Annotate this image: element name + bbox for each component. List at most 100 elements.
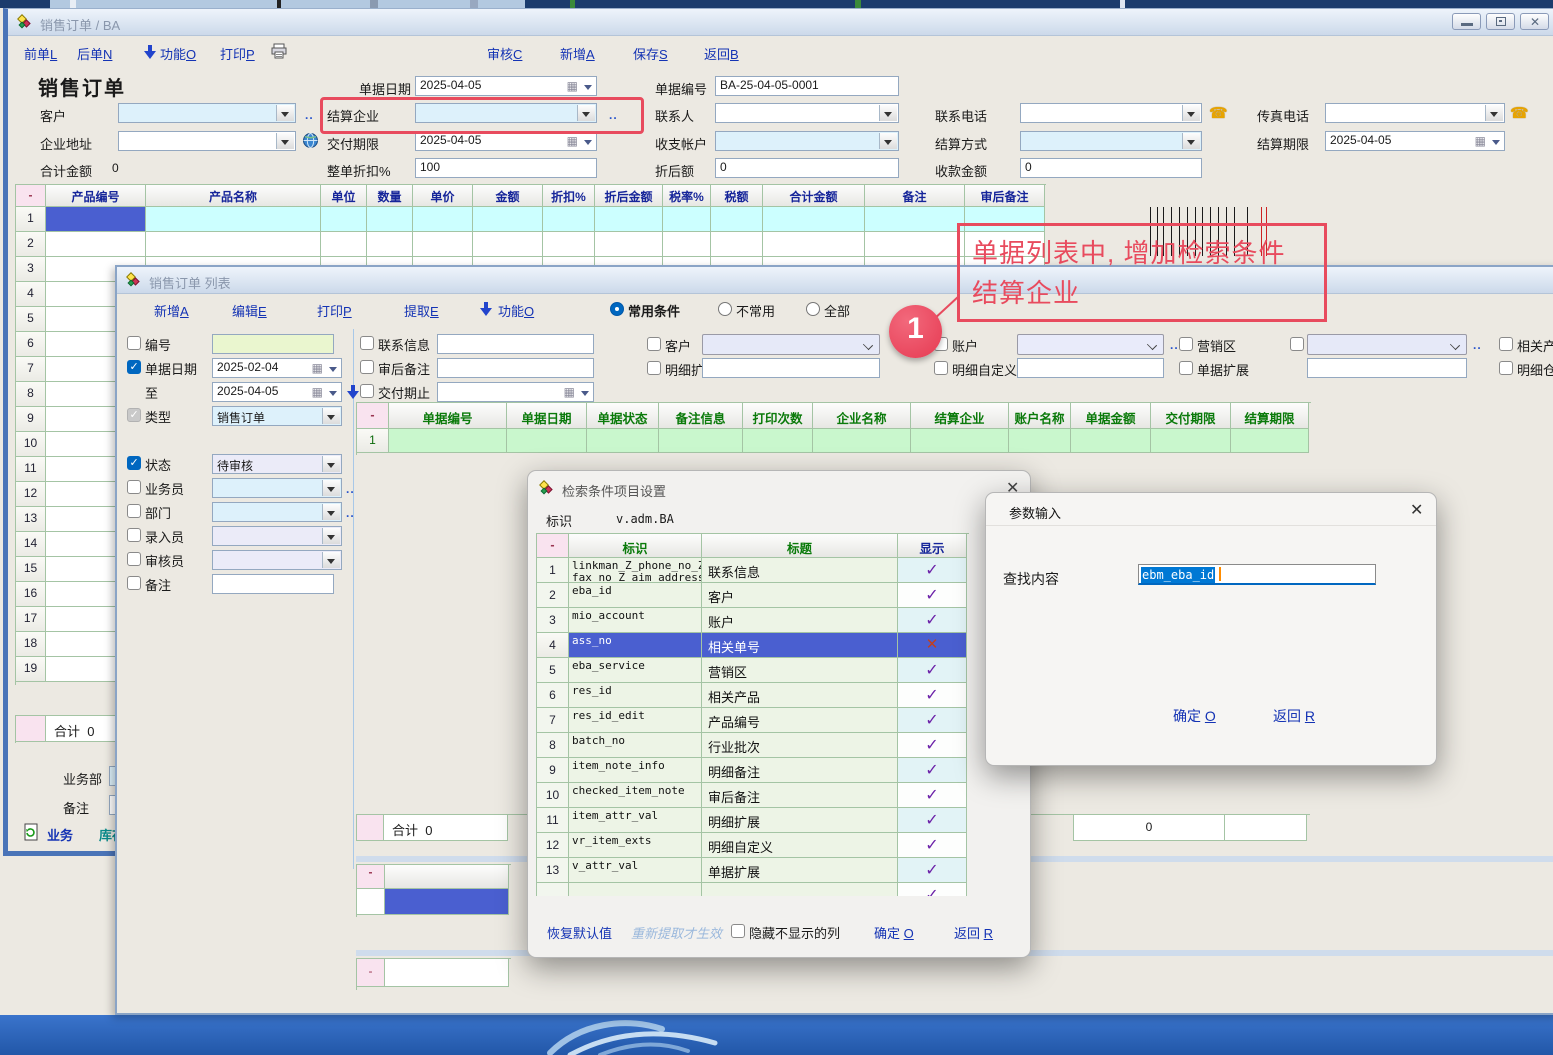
list-cell[interactable] — [743, 429, 813, 453]
chevron-down-icon[interactable] — [1182, 133, 1200, 149]
fax-phone-combo[interactable] — [1325, 103, 1505, 123]
filter-combo[interactable] — [212, 526, 342, 546]
settings-title-cell[interactable]: 客户 — [702, 583, 898, 608]
filter-checkbox-2[interactable] — [127, 360, 141, 374]
items-cell[interactable] — [543, 232, 595, 257]
chevron-down-icon[interactable] — [581, 391, 589, 400]
filter-combo[interactable] — [212, 550, 342, 570]
customer-combo[interactable] — [118, 103, 296, 123]
account-filter-combo[interactable] — [1017, 334, 1164, 355]
detail-ext-filter-input[interactable] — [702, 358, 880, 378]
items-cell[interactable] — [711, 207, 763, 232]
detail-custom-filter-checkbox[interactable] — [934, 361, 948, 375]
settings-id-cell[interactable]: res_id_edit — [569, 708, 702, 733]
list-cell[interactable] — [911, 429, 1009, 453]
settings-id-cell[interactable]: v_attr_val — [569, 858, 702, 883]
settings-id-cell[interactable]: item_attr_val — [569, 808, 702, 833]
param-ok-button[interactable]: 确定 O — [1173, 706, 1216, 726]
settings-id-cell[interactable]: checked_item_note — [569, 783, 702, 808]
detail-warehouse-filter-checkbox[interactable] — [1499, 361, 1513, 375]
settings-id-cell[interactable]: res_id — [569, 683, 702, 708]
chevron-down-icon[interactable] — [1485, 105, 1503, 121]
settings-title-cell[interactable]: 明细备注 — [702, 758, 898, 783]
discounted-amount-input[interactable]: 0 — [715, 158, 899, 178]
settings-title-cell[interactable]: 单据扩展 — [702, 858, 898, 883]
items-cell[interactable] — [543, 207, 595, 232]
settings-id-cell[interactable] — [569, 883, 702, 896]
settings-title-cell[interactable]: 账户 — [702, 608, 898, 633]
company-address-combo[interactable] — [118, 131, 296, 151]
chevron-down-icon[interactable] — [1182, 105, 1200, 121]
related-product-filter-checkbox[interactable] — [1499, 337, 1513, 351]
close-icon[interactable]: ✕ — [1410, 500, 1423, 520]
items-cell[interactable] — [865, 207, 965, 232]
settings-id-cell[interactable]: vr_item_exts — [569, 833, 702, 858]
filter-date-input[interactable]: ▦ — [437, 382, 594, 402]
settings-show-cell[interactable]: ✓ — [898, 783, 967, 808]
mini-grid-rownum[interactable] — [357, 889, 385, 915]
settings-show-cell[interactable]: ✓ — [898, 683, 967, 708]
settings-id-cell[interactable]: item_note_info — [569, 758, 702, 783]
filter-input[interactable] — [437, 334, 594, 354]
settings-id-cell[interactable]: eba_id — [569, 583, 702, 608]
settings-id-cell[interactable]: linkman_Z_phone_no_Z_fax_no_Z_aim_addres… — [569, 558, 702, 583]
doc-no-input[interactable]: BA-25-04-05-0001 — [715, 76, 899, 96]
settings-title-cell[interactable]: 联系信息 — [702, 558, 898, 583]
filter-checkbox-9[interactable] — [127, 552, 141, 566]
settings-title-cell[interactable]: 行业批次 — [702, 733, 898, 758]
radio-all[interactable] — [806, 302, 820, 316]
settings-show-cell[interactable]: ✓ — [898, 658, 967, 683]
filter-checkbox[interactable] — [360, 360, 374, 374]
detail-ext-filter-checkbox[interactable] — [647, 361, 661, 375]
account-more-button[interactable]: .. — [1170, 338, 1179, 352]
list-cell[interactable] — [659, 429, 743, 453]
param-back-button[interactable]: 返回 R — [1273, 706, 1315, 726]
items-cell[interactable] — [321, 232, 367, 257]
items-cell[interactable] — [146, 232, 321, 257]
chevron-down-icon[interactable] — [322, 504, 340, 520]
list-cell[interactable] — [587, 429, 659, 453]
globe-icon[interactable] — [302, 132, 319, 149]
phone-icon[interactable]: ☎ — [1209, 104, 1228, 122]
contact-phone-combo[interactable] — [1020, 103, 1202, 123]
refresh-doc-icon[interactable] — [23, 823, 39, 841]
items-cell[interactable] — [367, 232, 413, 257]
chevron-down-icon[interactable] — [584, 85, 592, 94]
list-cell[interactable] — [1071, 429, 1151, 453]
settings-show-cell[interactable]: ✓ — [898, 608, 967, 633]
chevron-down-icon[interactable] — [322, 456, 340, 472]
items-cell[interactable] — [46, 207, 146, 232]
list-cell[interactable] — [389, 429, 507, 453]
tab-business[interactable]: 业务 — [47, 825, 73, 844]
settings-show-cell[interactable]: ✓ — [898, 858, 967, 883]
chevron-down-icon[interactable] — [322, 552, 340, 568]
settings-title-cell[interactable]: 营销区 — [702, 658, 898, 683]
filter-input[interactable] — [437, 358, 594, 378]
filter-combo[interactable]: 待审核 — [212, 454, 342, 474]
items-cell[interactable] — [763, 232, 865, 257]
filter-checkbox-10[interactable] — [127, 576, 141, 590]
hide-hidden-columns-checkbox[interactable] — [731, 924, 745, 938]
mini-grid-cell[interactable] — [385, 959, 509, 987]
items-cell[interactable] — [473, 232, 543, 257]
detail-custom-filter-input[interactable] — [1017, 358, 1164, 378]
items-cell[interactable] — [595, 207, 663, 232]
items-cell[interactable] — [763, 207, 865, 232]
delivery-deadline-input[interactable]: 2025-04-05▦ — [415, 131, 597, 151]
chevron-down-icon[interactable] — [879, 133, 897, 149]
radio-uncommon[interactable] — [718, 302, 732, 316]
settle-method-combo[interactable] — [1020, 131, 1202, 151]
settings-title-cell[interactable]: 明细自定义 — [702, 833, 898, 858]
items-cell[interactable] — [367, 207, 413, 232]
market-area-more-button[interactable]: .. — [1473, 338, 1482, 352]
settings-id-cell[interactable]: batch_no — [569, 733, 702, 758]
doc-date-input[interactable]: 2025-04-05▦ — [415, 76, 597, 96]
filter-checkbox-4[interactable] — [127, 408, 141, 422]
settings-show-cell[interactable]: ✓ — [898, 833, 967, 858]
settings-show-cell[interactable]: ✓ — [898, 583, 967, 608]
list-cell[interactable] — [813, 429, 911, 453]
filter-checkbox[interactable] — [360, 384, 374, 398]
settings-title-cell[interactable] — [702, 883, 898, 896]
list-cell[interactable] — [1151, 429, 1231, 453]
items-cell[interactable] — [595, 232, 663, 257]
